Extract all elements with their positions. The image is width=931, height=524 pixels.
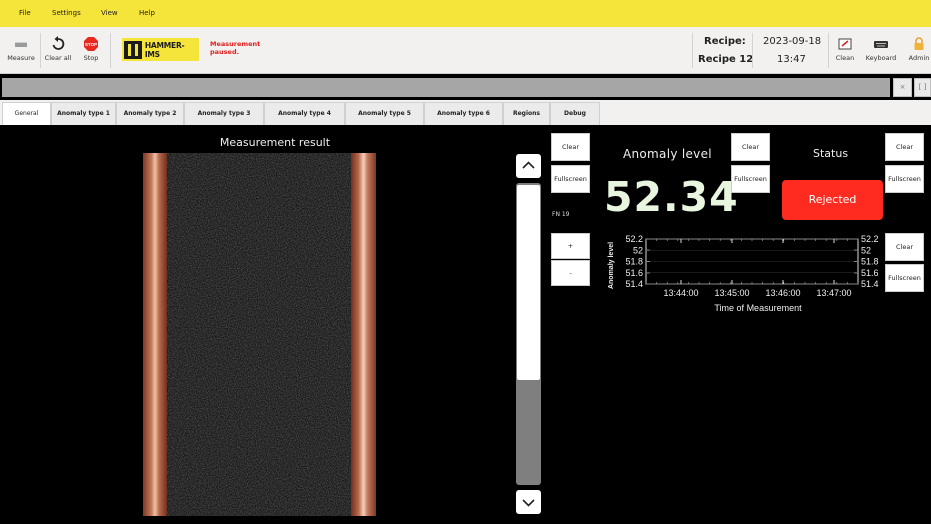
copper-strip-right [351,153,376,516]
image-clear-button[interactable]: Clear [551,133,590,161]
x-tick-label: 13:47:00 [816,288,851,298]
clean-label: Clean [835,54,855,62]
anomaly-level-label: Anomaly level [623,147,712,161]
progress-bar [2,78,890,97]
tab-general[interactable]: General [2,102,51,125]
y-tick-label: 51.4 [625,279,643,289]
logo-text: HAMMER-IMS [144,40,185,59]
stop-icon-text: STOP [85,42,97,47]
app-window: File Settings View Help Measure Clear al… [0,0,931,524]
frame-number-label: FN 19 [552,211,570,218]
status-clear-button[interactable]: Clear [885,133,924,161]
menu-help[interactable]: Help [139,9,155,17]
close-button[interactable]: × [893,78,912,97]
scroll-down-button[interactable] [516,490,541,514]
admin-button[interactable]: Admin [900,35,931,67]
y-tick-label: 51.6 [625,268,643,278]
y-tick-label-right: 51.6 [861,268,879,278]
anomaly-level-value: 52.34 [604,173,739,221]
chevron-down-icon [522,499,535,507]
tab-anomaly-type-4[interactable]: Anomaly type 4 [264,102,345,125]
tab-anomaly-type-6[interactable]: Anomaly type 6 [424,102,503,125]
stop-icon: STOP [72,35,110,53]
y-tick-label: 52.2 [625,234,643,244]
x-tick-label: 13:46:00 [765,288,800,298]
y-tick-label: 51.8 [625,257,643,267]
tab-anomaly-type-2[interactable]: Anomaly type 2 [116,102,184,125]
zoom-in-button[interactable]: + [551,233,590,259]
menu-view[interactable]: View [101,9,118,17]
toolbar: Measure Clear all STOP Stop HAMMER-IMS M… [0,27,931,74]
keyboard-button[interactable]: Keyboard [862,35,900,67]
image-fullscreen-button[interactable]: Fullscreen [551,165,590,193]
anomaly-fullscreen-button[interactable]: Fullscreen [731,165,770,193]
tab-debug[interactable]: Debug [550,102,600,125]
tab-anomaly-type-5[interactable]: Anomaly type 5 [345,102,424,125]
y-tick-label-right: 51.8 [861,257,879,267]
logo-mark-icon [124,40,142,59]
measure-button[interactable]: Measure [2,35,40,67]
y-tick-label-right: 52 [861,245,871,255]
scroll-thumb[interactable] [517,185,540,380]
menu-settings[interactable]: Settings [52,9,81,17]
measurement-title: Measurement result [219,136,331,149]
measure-icon [2,35,40,53]
recipe-label: Recipe: [704,36,746,47]
tab-anomaly-type-3[interactable]: Anomaly type 3 [184,102,264,125]
x-tick-label: 13:45:00 [714,288,749,298]
tab-anomaly-type-1[interactable]: Anomaly type 1 [51,102,116,125]
date-display: 2023-09-18 [763,36,822,47]
time-display: 13:47 [777,54,806,65]
toolbar-divider [752,33,753,68]
chart-fullscreen-button[interactable]: Fullscreen [885,264,924,292]
restore-button[interactable]: [ ] [914,78,931,97]
clean-icon [826,35,864,53]
chart-clear-button[interactable]: Clear [885,233,924,261]
chevron-up-icon [522,161,535,169]
zoom-out-button[interactable]: - [551,260,590,286]
anomaly-chart: 52.2 52.252 5251.8 51.851.6 51.651.4 51.413:4… [608,234,879,313]
keyboard-icon [862,35,900,53]
stop-button[interactable]: STOP Stop [72,35,110,67]
menu-bar: File Settings View Help [0,0,931,27]
y-tick-label: 52 [633,245,643,255]
x-axis-label: Time of Measurement [714,303,802,313]
noise-texture [143,153,376,516]
status-fullscreen-button[interactable]: Fullscreen [885,165,924,193]
measurement-status-text: Measurement paused. [210,40,261,56]
keyboard-label: Keyboard [865,54,897,62]
toolbar-divider [110,33,111,68]
menu-file[interactable]: File [19,9,31,17]
stop-label: Stop [83,54,99,62]
copper-strip-left [143,153,167,516]
y-axis-label: Anomaly level [608,242,615,289]
y-tick-label-right: 52.2 [861,234,879,244]
status-label: Status [813,147,849,160]
measurement-image [143,153,376,516]
scroll-up-button[interactable] [516,154,541,178]
measure-label: Measure [7,54,35,62]
tab-bar: General Anomaly type 1 Anomaly type 2 An… [0,100,931,125]
status-badge: Rejected [782,180,883,220]
y-tick-label-right: 51.4 [861,279,879,289]
tab-regions[interactable]: Regions [503,102,550,125]
admin-label: Admin [908,54,930,62]
clean-button[interactable]: Clean [826,35,864,67]
company-logo: HAMMER-IMS [122,38,199,61]
toolbar-divider [692,33,693,68]
recipe-value: Recipe 12 [698,54,754,65]
x-tick-label: 13:44:00 [663,288,698,298]
lock-icon [900,35,931,53]
general-panel: Measurement result Clear Fullscreen FN 1… [0,125,931,524]
anomaly-clear-button[interactable]: Clear [731,133,770,161]
